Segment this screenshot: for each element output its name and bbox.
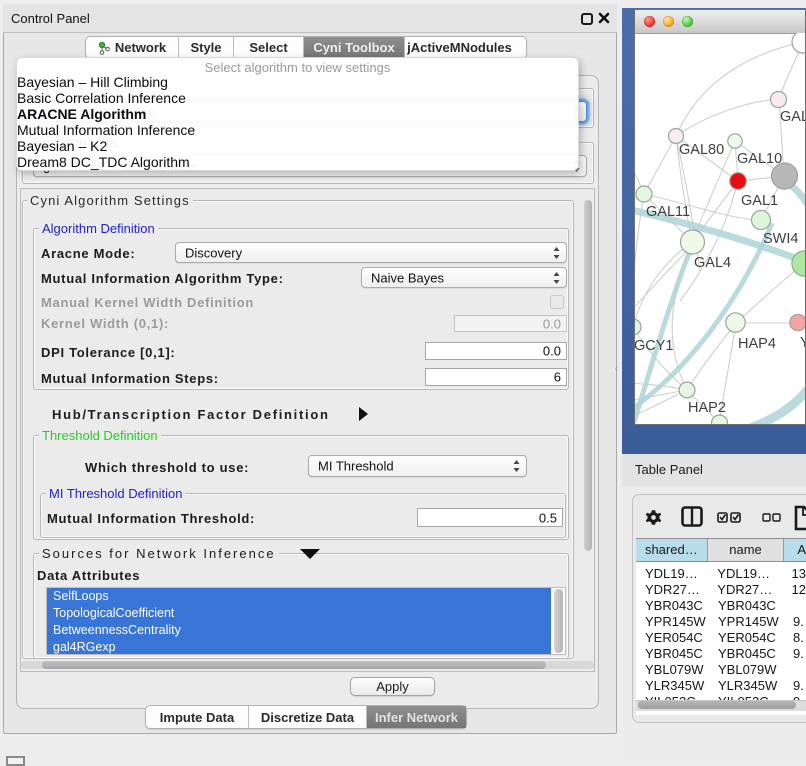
svg-text:GAL11: GAL11	[646, 204, 690, 220]
svg-text:HAP2: HAP2	[688, 400, 726, 416]
svg-text:Y: Y	[800, 335, 805, 351]
svg-text:GAL10: GAL10	[737, 151, 782, 167]
svg-text:GAL4: GAL4	[694, 255, 731, 271]
svg-text:GAL1: GAL1	[741, 193, 778, 209]
svg-text:HAP4: HAP4	[738, 336, 776, 352]
svg-text:GCY1: GCY1	[635, 338, 674, 354]
svg-text:GAL7: GAL7	[780, 109, 805, 125]
svg-text:SWI4: SWI4	[763, 231, 798, 247]
svg-text:GAL80: GAL80	[679, 142, 724, 158]
